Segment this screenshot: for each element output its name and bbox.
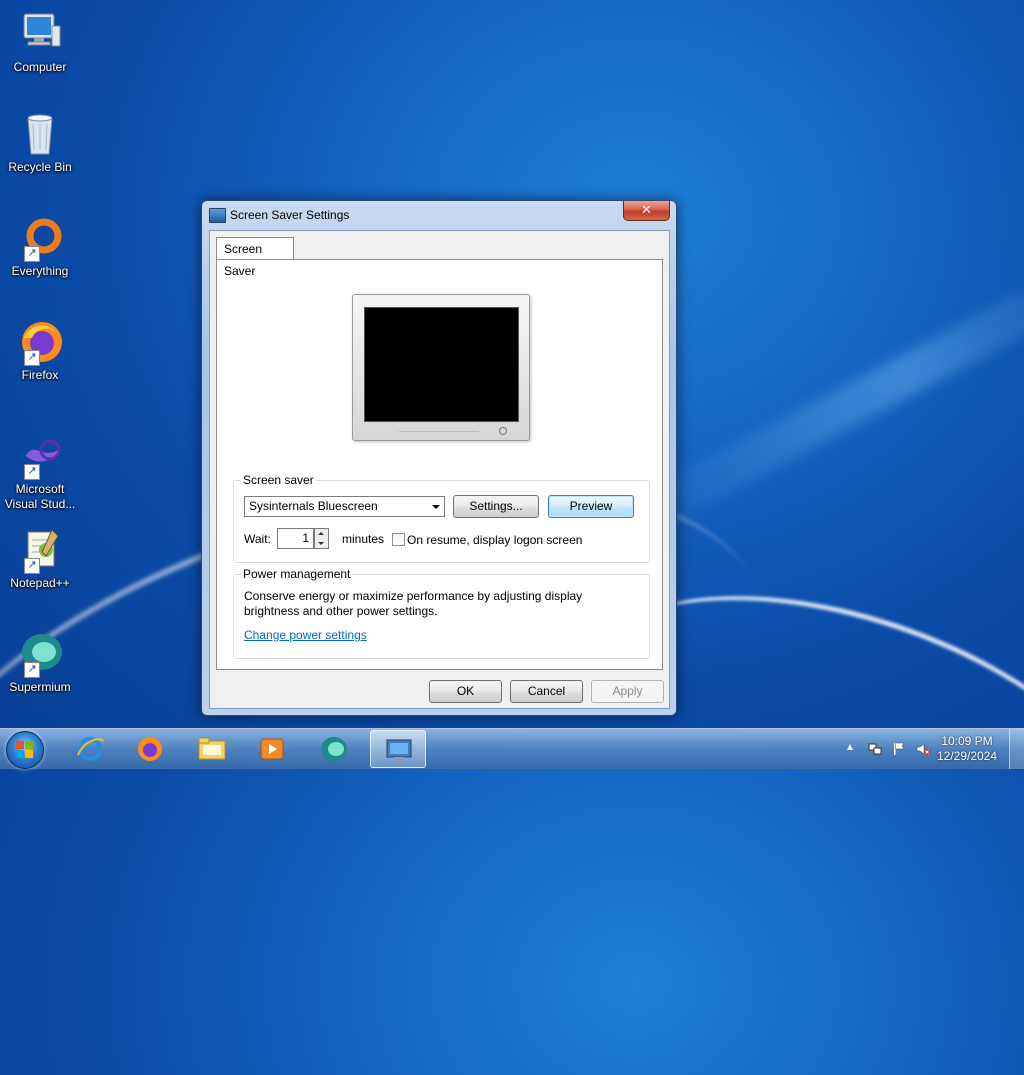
taskbar-internet-explorer[interactable] [62,730,118,768]
desktop-icon-recycle-bin[interactable]: Recycle Bin [4,110,76,175]
monitor-bezel-line [399,431,479,432]
desktop-icon-visual-studio[interactable]: ↗ Microsoft Visual Stud... [4,432,76,512]
taskbar-firefox[interactable] [122,730,178,768]
logon-screen-checkbox[interactable] [392,533,405,546]
desktop-icon-everything[interactable]: ↗ Everything [4,214,76,279]
desktop-icon-label: Firefox [21,368,59,382]
windows-logo-icon [16,741,34,759]
taskbar-supermium[interactable] [306,730,362,768]
cancel-button[interactable]: Cancel [510,680,583,703]
screen-saver-settings-icon [386,739,412,761]
tab-panel: Screen saver Sysinternals Bluescreen Set… [216,259,663,670]
supermium-icon: ↗ [16,630,64,678]
folder-icon [198,737,226,760]
taskbar-file-explorer[interactable] [184,730,240,768]
settings-button[interactable]: Settings... [453,495,539,518]
visual-studio-icon: ↗ [16,432,64,480]
screen-saver-selected: Sysinternals Bluescreen [249,499,378,513]
ok-button[interactable]: OK [429,680,502,703]
taskbar: ▲ 10:09 PM 12/29/2024 [0,728,1024,769]
volume-muted-icon[interactable] [916,742,930,756]
notepadpp-icon: ↗ [16,526,64,574]
screen-saver-dropdown[interactable]: Sysinternals Bluescreen [244,496,445,517]
logon-screen-checkbox-label[interactable]: On resume, display logon screen [407,533,582,547]
preview-button[interactable]: Preview [548,495,634,518]
shortcut-arrow-icon: ↗ [24,464,40,480]
shortcut-arrow-icon: ↗ [24,662,40,678]
desktop-icon-notepadpp[interactable]: ↗ Notepad++ [4,526,76,591]
start-button[interactable] [6,731,44,769]
desktop-icon-firefox[interactable]: ↗ Firefox [4,318,76,383]
computer-icon [16,10,64,58]
supermium-icon [321,737,347,761]
apply-button[interactable]: Apply [591,680,664,703]
shortcut-arrow-icon: ↗ [24,350,40,366]
internet-explorer-icon [77,737,104,761]
power-description: Conserve energy or maximize performance … [244,589,583,618]
desktop-icon-supermium[interactable]: ↗ Supermium [4,630,76,695]
desktop-icon-label: Supermium [9,680,71,694]
tab-screen-saver[interactable]: Screen Saver [216,237,294,278]
shortcut-arrow-icon: ↗ [24,246,40,262]
taskbar-screen-saver-settings[interactable] [370,730,426,768]
close-button[interactable]: ✕ [623,201,670,221]
screen-saver-group: Screen saver Sysinternals Bluescreen Set… [233,473,650,563]
screen-saver-app-icon [209,208,226,223]
window-title: Screen Saver Settings [230,208,350,222]
recycle-bin-icon [16,110,64,158]
preview-monitor [352,294,530,441]
wallpaper-light-beam [621,260,1024,540]
taskbar-media-player[interactable] [244,730,300,768]
network-icon[interactable] [868,742,882,756]
desktop-icon-label: Notepad++ [10,576,70,590]
clock-time: 10:09 PM [941,734,993,748]
action-center-flag-icon[interactable] [892,742,906,756]
dialog-client-area: Screen Saver Screen saver Sysinternals B… [209,230,670,709]
change-power-settings-link[interactable]: Change power settings [244,628,367,642]
spin-down-icon[interactable] [318,542,324,545]
monitor-power-led [499,427,507,435]
firefox-icon [138,737,162,761]
power-management-group-label: Power management [241,567,353,581]
minutes-label: minutes [342,532,385,546]
title-bar[interactable]: Screen Saver Settings ✕ [202,201,676,229]
wait-spinner[interactable] [314,528,329,549]
media-player-icon [260,738,284,760]
spin-up-icon[interactable] [318,532,324,535]
firefox-icon: ↗ [16,318,64,366]
shortcut-arrow-icon: ↗ [24,558,40,574]
chevron-down-icon [432,505,440,509]
wait-minutes-input[interactable]: 1 [277,528,314,549]
preview-screen [364,307,519,422]
system-clock[interactable]: 10:09 PM 12/29/2024 [932,734,1002,764]
wait-label: Wait: [244,532,271,546]
desktop-icon-computer[interactable]: Computer [4,10,76,75]
everything-icon: ↗ [16,214,64,262]
show-hidden-icons-arrow[interactable]: ▲ [845,742,855,753]
clock-date: 12/29/2024 [936,749,998,763]
show-desktop-button[interactable] [1009,729,1024,769]
desktop-icon-label: Computer [13,60,67,74]
screen-saver-group-label: Screen saver [241,473,316,487]
desktop-icon-label: Microsoft Visual Stud... [4,482,76,511]
power-management-group: Power management Conserve energy or maxi… [233,567,650,659]
screen-saver-settings-dialog: Screen Saver Settings ✕ Screen Saver Scr… [201,200,677,716]
desktop-icon-label: Everything [11,264,69,278]
desktop-icon-label: Recycle Bin [8,160,72,174]
